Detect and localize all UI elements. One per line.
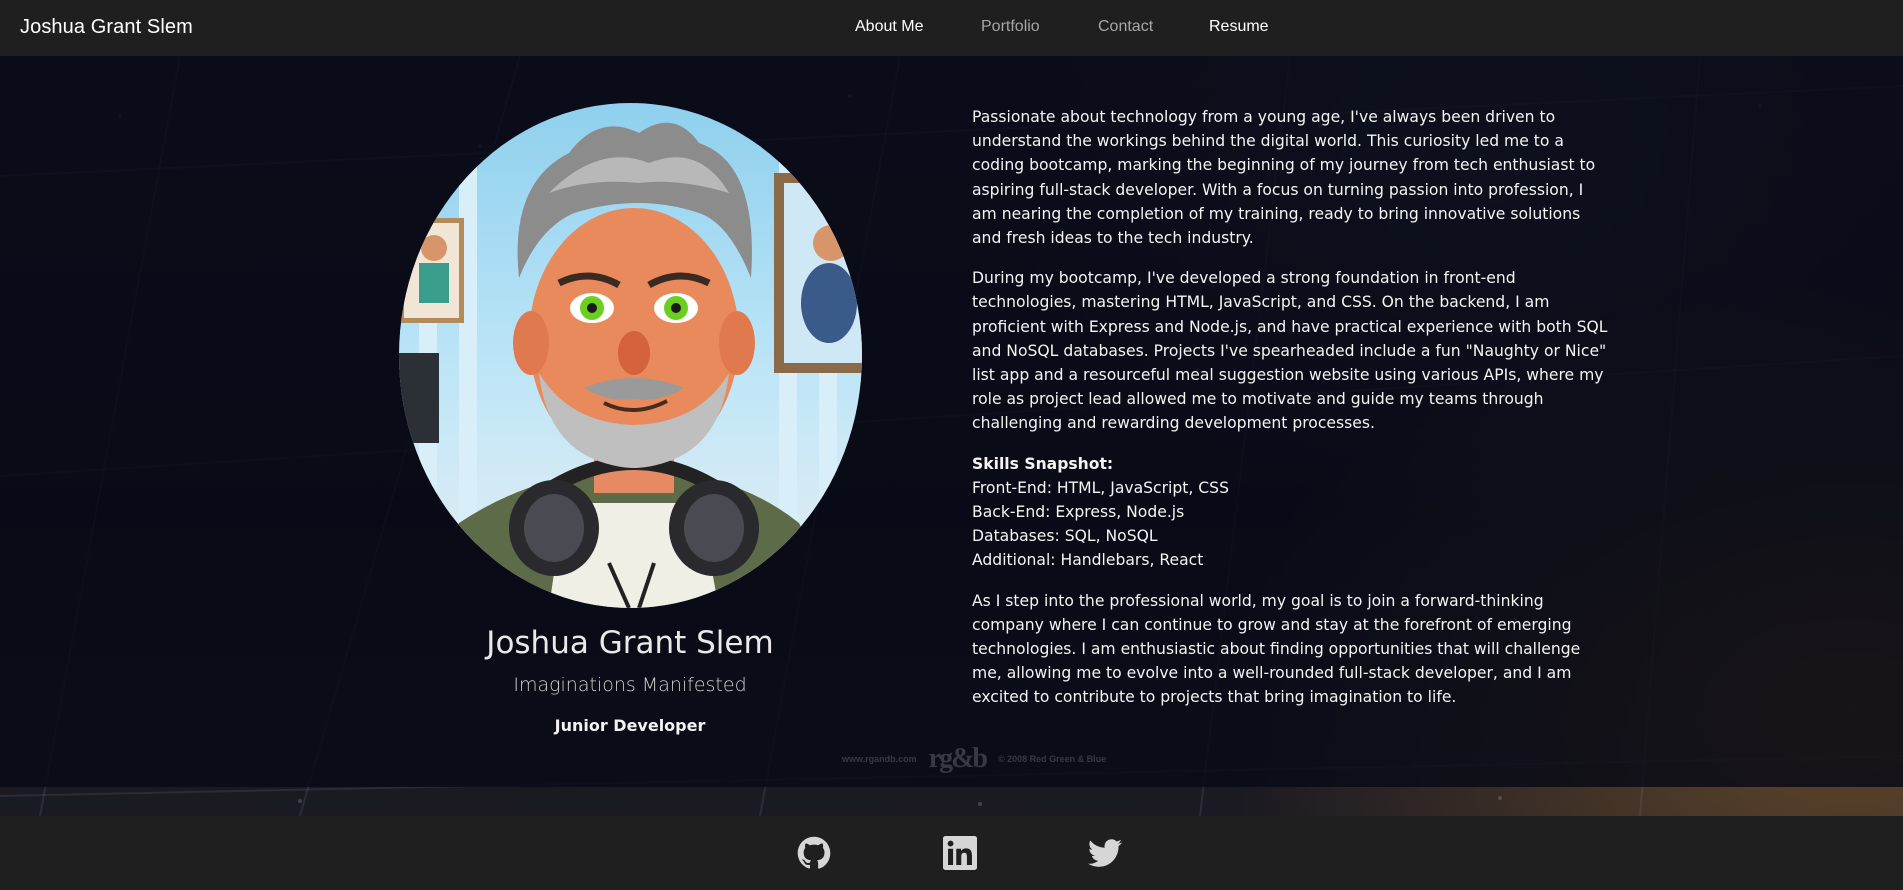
navbar: Joshua Grant Slem About Me Portfolio Con… bbox=[0, 0, 1903, 56]
brand-link[interactable]: Joshua Grant Slem bbox=[20, 16, 193, 39]
bio-paragraph-3: As I step into the professional world, m… bbox=[972, 591, 1581, 707]
hero-section: Joshua Grant Slem Imaginations Manifeste… bbox=[0, 56, 1903, 816]
nav-contact[interactable]: Contact bbox=[1098, 18, 1153, 36]
watermark-copyright: © 2008 Red Green & Blue bbox=[998, 754, 1107, 764]
profile-name: Joshua Grant Slem bbox=[486, 625, 774, 661]
linkedin-icon[interactable] bbox=[943, 836, 977, 870]
footer bbox=[0, 816, 1903, 890]
nav-about-me[interactable]: About Me bbox=[855, 18, 923, 36]
nav-resume[interactable]: Resume bbox=[1209, 18, 1269, 36]
nav-portfolio[interactable]: Portfolio bbox=[981, 18, 1040, 36]
bio-paragraph-2: During my bootcamp, I've developed a str… bbox=[972, 269, 1608, 433]
about-me-text: Passionate about technology from a young… bbox=[972, 105, 1612, 726]
skills-snapshot: Skills Snapshot: Front-End: HTML, JavaSc… bbox=[972, 452, 1612, 573]
bio-paragraph-1: Passionate about technology from a young… bbox=[972, 108, 1596, 248]
twitter-icon[interactable] bbox=[1088, 836, 1122, 870]
watermark-url: www.rgandb.com bbox=[842, 754, 917, 764]
skill-additional: Additional: Handlebars, React bbox=[972, 551, 1204, 570]
skill-databases: Databases: SQL, NoSQL bbox=[972, 527, 1158, 546]
profile-avatar bbox=[399, 103, 862, 608]
content-panel bbox=[0, 56, 1903, 787]
background-watermark: www.rgandb.com rg&b © 2008 Red Green & B… bbox=[842, 743, 1122, 774]
skills-title: Skills Snapshot: bbox=[972, 454, 1114, 473]
profile-tagline: Imaginations Manifested bbox=[513, 674, 747, 696]
github-icon[interactable] bbox=[797, 836, 831, 870]
skill-back-end: Back-End: Express, Node.js bbox=[972, 503, 1185, 522]
profile-role: Junior Developer bbox=[554, 716, 706, 735]
watermark-logo: rg&b bbox=[928, 743, 988, 774]
skill-front-end: Front-End: HTML, JavaScript, CSS bbox=[972, 478, 1229, 497]
